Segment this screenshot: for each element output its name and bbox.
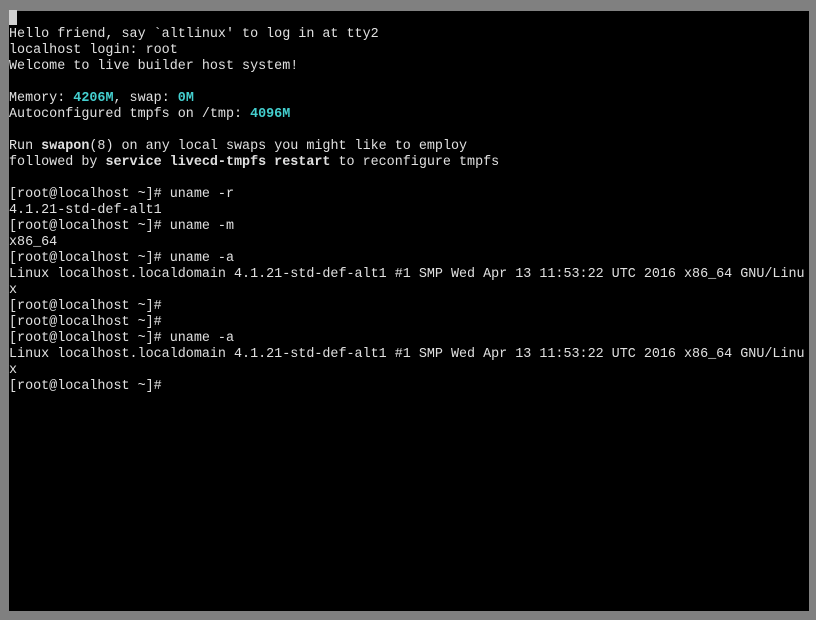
text-run: Autoconfigured tmpfs on /tmp: (9, 107, 250, 122)
terminal-line (9, 123, 809, 139)
terminal-line: Autoconfigured tmpfs on /tmp: 4096M (9, 107, 809, 123)
text-run: [root@localhost ~]# uname -r (9, 187, 234, 202)
terminal-line: 4.1.21-std-def-alt1 (9, 203, 809, 219)
text-run: 4206M (73, 91, 113, 106)
text-run: (8) on any local swaps you might like to… (89, 139, 467, 154)
terminal-line: [root@localhost ~]# (9, 379, 809, 395)
terminal-line: Run swapon(8) on any local swaps you mig… (9, 139, 809, 155)
text-run: localhost login: root (9, 43, 178, 58)
terminal-line: followed by service livecd-tmpfs restart… (9, 155, 809, 171)
terminal-line: localhost login: root (9, 43, 809, 59)
terminal-line: [root@localhost ~]# uname -m (9, 219, 809, 235)
text-run: 4.1.21-std-def-alt1 (9, 203, 162, 218)
terminal-line: Welcome to live builder host system! (9, 59, 809, 75)
text-run: Run (9, 139, 41, 154)
text-run: [root@localhost ~]# (9, 379, 170, 394)
terminal-line: Linux localhost.localdomain 4.1.21-std-d… (9, 267, 809, 299)
terminal-line: x86_64 (9, 235, 809, 251)
cursor (9, 10, 17, 25)
terminal-line: [root@localhost ~]# uname -r (9, 187, 809, 203)
text-run: Linux localhost.localdomain 4.1.21-std-d… (9, 267, 805, 298)
text-run: followed by (9, 155, 105, 170)
text-run: 0M (178, 91, 194, 106)
terminal-line: Linux localhost.localdomain 4.1.21-std-d… (9, 347, 809, 379)
terminal-line (9, 75, 809, 91)
terminal-line: Hello friend, say `altlinux' to log in a… (9, 27, 809, 43)
text-run: [root@localhost ~]# uname -a (9, 331, 234, 346)
text-run: Memory: (9, 91, 73, 106)
text-run: to reconfigure tmpfs (330, 155, 499, 170)
terminal-line: [root@localhost ~]# (9, 315, 809, 331)
terminal-line: [root@localhost ~]# uname -a (9, 331, 809, 347)
text-run: Linux localhost.localdomain 4.1.21-std-d… (9, 347, 805, 378)
text-run: swapon (41, 139, 89, 154)
text-run: [root@localhost ~]# uname -m (9, 219, 234, 234)
text-run: x86_64 (9, 235, 57, 250)
text-run: [root@localhost ~]# uname -a (9, 251, 234, 266)
text-run: Welcome to live builder host system! (9, 59, 298, 74)
terminal-line: [root@localhost ~]# uname -a (9, 251, 809, 267)
terminal-line: [root@localhost ~]# (9, 299, 809, 315)
terminal-line: Memory: 4206M, swap: 0M (9, 91, 809, 107)
text-run: Hello friend, say `altlinux' to log in a… (9, 27, 379, 42)
text-run: , swap: (113, 91, 177, 106)
text-run: 4096M (250, 107, 290, 122)
terminal-line (9, 171, 809, 187)
text-run: [root@localhost ~]# (9, 299, 170, 314)
text-run: [root@localhost ~]# (9, 315, 170, 330)
text-run: service livecd-tmpfs restart (105, 155, 330, 170)
tty-screen[interactable]: Hello friend, say `altlinux' to log in a… (9, 11, 809, 611)
